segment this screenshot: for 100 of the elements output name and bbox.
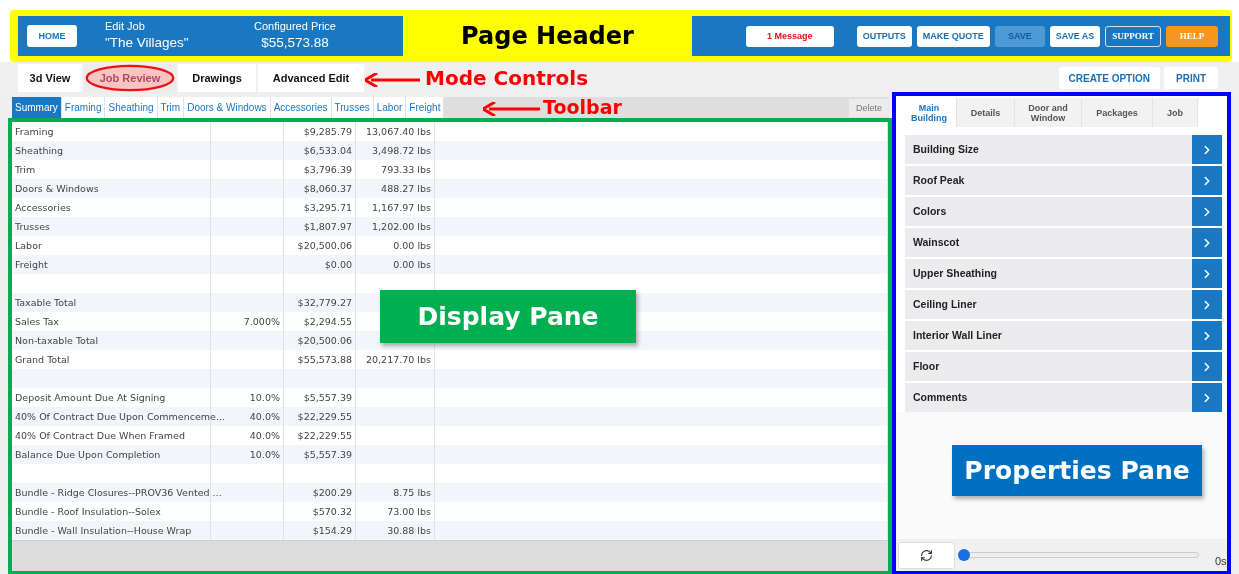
table-cell: 488.27 lbs	[381, 183, 431, 194]
table-cell: 3,498.72 lbs	[372, 145, 431, 156]
table-cell: Framing	[15, 126, 54, 137]
table-cell: Accessories	[15, 202, 71, 213]
price-caption: Configured Price	[254, 19, 336, 33]
section-row[interactable]: Interior Wall Liner	[905, 321, 1222, 350]
table-cell: 0.00 lbs	[393, 240, 431, 251]
table-cell: Trim	[15, 164, 36, 175]
table-cell: $3,796.39	[303, 164, 352, 175]
section-row[interactable]: Wainscot	[905, 228, 1222, 257]
table-cell: Non-taxable Total	[15, 335, 99, 346]
table-cell: $55,573.88	[297, 354, 352, 365]
properties-tab[interactable]: Packages	[1082, 98, 1153, 127]
chevron-right-icon[interactable]	[1192, 135, 1222, 164]
section-row[interactable]: Comments	[905, 383, 1222, 412]
table-cell: 20,217.70 lbs	[366, 354, 431, 365]
header-button[interactable]: MAKE QUOTE	[916, 25, 990, 47]
table-cell: 793.33 lbs	[381, 164, 431, 175]
table-cell: $5,557.39	[303, 449, 352, 460]
chevron-right-icon[interactable]	[1192, 228, 1222, 257]
header-button[interactable]: SUPPORT	[1105, 25, 1161, 47]
table-cell: 40.0%	[249, 411, 280, 422]
action-button[interactable]: CREATE OPTION	[1058, 67, 1160, 89]
table-cell: Bundle - Roof Insulation--Solex	[15, 506, 161, 517]
table-cell: Trusses	[15, 221, 51, 232]
header-button[interactable]: SAVE AS	[1049, 25, 1101, 47]
table-cell: Bundle - Ridge Closures--PROV36 Vented ...	[15, 487, 222, 498]
section-row[interactable]: Roof Peak	[905, 166, 1222, 195]
table-cell: 30.88 lbs	[387, 525, 431, 536]
toolbar-tab[interactable]: Framing	[61, 97, 106, 118]
chevron-right-icon[interactable]	[1192, 259, 1222, 288]
table-cell: 8.75 lbs	[393, 487, 431, 498]
section-row[interactable]: Building Size	[905, 135, 1222, 164]
section-row[interactable]: Ceiling Liner	[905, 290, 1222, 319]
table-cell: Labor	[15, 240, 42, 251]
slider-track[interactable]	[959, 552, 1199, 558]
slider-thumb[interactable]	[958, 549, 970, 561]
section-row[interactable]: Upper Sheathing	[905, 259, 1222, 288]
table-cell: $1,807.97	[303, 221, 352, 232]
table-cell: Freight	[15, 259, 48, 270]
table-cell: 7.000%	[243, 316, 280, 327]
mode-tab[interactable]: Job Review	[84, 64, 176, 92]
home-button[interactable]: HOME	[27, 25, 77, 47]
toolbar-tab[interactable]: Doors & Windows	[184, 97, 271, 118]
mode-tab[interactable]: Drawings	[178, 64, 256, 92]
properties-pane-label: Properties Pane	[952, 445, 1202, 496]
table-cell: Deposit Amount Due At Signing	[15, 392, 166, 403]
toolbar-tab[interactable]: Sheathing	[105, 97, 158, 118]
table-cell: Sales Tax	[15, 316, 59, 327]
mode-controls-label: Mode Controls	[425, 66, 589, 90]
chevron-right-icon[interactable]	[1192, 197, 1222, 226]
toolbar-tab[interactable]: Labor	[373, 97, 407, 118]
chevron-right-icon[interactable]	[1192, 321, 1222, 350]
properties-tab[interactable]: Door and Window	[1015, 98, 1082, 127]
job-name: "The Villages"	[105, 33, 189, 52]
header-button[interactable]: OUTPUTS	[856, 25, 912, 47]
message-button[interactable]: 1 Message	[745, 25, 834, 47]
delete-button[interactable]: Delete	[849, 98, 889, 117]
section-row[interactable]: Colors	[905, 197, 1222, 226]
table-cell: Sheathing	[15, 145, 64, 156]
section-row[interactable]: Floor	[905, 352, 1222, 381]
job-caption: Edit Job	[105, 19, 145, 33]
properties-tab[interactable]: Job	[1153, 98, 1198, 127]
table-cell: 40.0%	[249, 430, 280, 441]
toolbar-tab[interactable]: Freight	[406, 97, 445, 118]
toolbar-tab[interactable]: Accessories	[270, 97, 332, 118]
table-cell: $22,229.55	[297, 430, 352, 441]
table-cell: $5,557.39	[303, 392, 352, 403]
mode-tab[interactable]: Advanced Edit	[258, 64, 364, 92]
table-cell: $20,500.06	[297, 240, 352, 251]
chevron-right-icon[interactable]	[1192, 290, 1222, 319]
table-cell: Balance Due Upon Completion	[15, 449, 161, 460]
toolbar-tab[interactable]: Trim	[157, 97, 185, 118]
table-cell: $8,060.37	[303, 183, 352, 194]
toolbar-tab[interactable]: Trusses	[331, 97, 374, 118]
table-cell: Bundle - Wall Insulation--House Wrap	[15, 525, 192, 536]
refresh-button[interactable]	[898, 541, 955, 569]
action-button[interactable]: PRINT	[1164, 67, 1218, 89]
arrow	[483, 102, 540, 116]
table-cell: $570.32	[312, 506, 352, 517]
table-cell: $20,500.06	[297, 335, 352, 346]
table-cell: Doors & Windows	[15, 183, 99, 194]
table-cell: $2,294.55	[303, 316, 352, 327]
time-reading: 0s	[1215, 555, 1227, 567]
chevron-right-icon[interactable]	[1192, 166, 1222, 195]
toolbar-label: Toolbar	[543, 96, 622, 118]
table-cell: $200.29	[312, 487, 352, 498]
chevron-right-icon[interactable]	[1192, 383, 1222, 412]
chevron-right-icon[interactable]	[1192, 352, 1222, 381]
properties-tab[interactable]: Details	[957, 98, 1015, 127]
configured-price: $55,573.88	[261, 33, 329, 52]
table-cell: $22,229.55	[297, 411, 352, 422]
table-cell: Grand Total	[15, 354, 70, 365]
toolbar-tab[interactable]: Summary	[12, 97, 62, 118]
page-header-label: Page Header	[461, 22, 634, 50]
mode-tab[interactable]: 3d View	[18, 64, 82, 92]
table-cell: $6,533.04	[303, 145, 352, 156]
refresh-icon	[920, 548, 933, 562]
display-pane-label: Display Pane	[380, 290, 636, 343]
table-cell: $9,285.79	[303, 126, 352, 137]
